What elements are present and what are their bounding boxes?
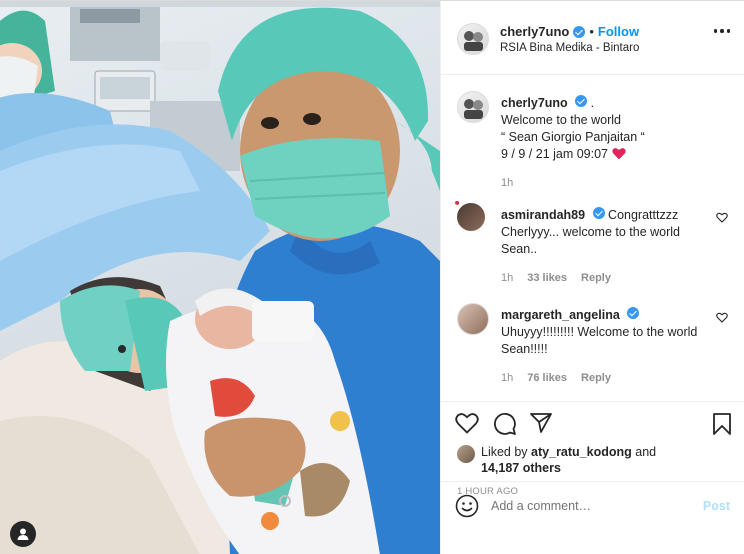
comment-icon[interactable]	[493, 412, 517, 436]
comment-body: asmirandah89 Congratttzzz Cherlyyy... we…	[501, 207, 704, 287]
comment-body: margareth_angelina Uhuyyy!!!!!!!!! Welco…	[501, 307, 704, 387]
tagged-user-icon[interactable]	[10, 521, 36, 547]
save-bookmark-icon[interactable]	[712, 412, 732, 436]
comment-time[interactable]: 1h	[501, 370, 513, 387]
instagram-post-view: cherly7uno • Follow RSIA Bina Medika - B…	[0, 0, 744, 554]
share-send-icon[interactable]	[529, 412, 553, 434]
like-comment-heart-icon[interactable]	[716, 212, 728, 223]
liked-by-others[interactable]: 14,187 others	[481, 461, 561, 475]
comment-likes[interactable]: 76 likes	[527, 370, 567, 387]
caption-line-2: “ Sean Giorgio Panjaitan “	[501, 130, 645, 144]
commenter-avatar	[455, 201, 487, 233]
liked-by-and: and	[635, 445, 657, 459]
post-actions: Liked by aty_ratu_kodong and 14,187 othe…	[441, 401, 744, 529]
add-comment-input[interactable]	[491, 498, 703, 513]
comment-text: Uhuyyy!!!!!!!!! Welcome to the world Sea…	[501, 325, 698, 356]
author-username[interactable]: cherly7uno	[500, 24, 569, 39]
caption-username[interactable]: cherly7uno	[501, 96, 568, 110]
caption-item: cherly7uno . Welcome to the world “ Sean…	[457, 91, 728, 201]
like-comment-heart-icon[interactable]	[716, 312, 728, 323]
reply-button[interactable]: Reply	[581, 370, 611, 387]
liked-by-user[interactable]: aty_ratu_kodong	[531, 445, 632, 459]
likes-summary: Liked by aty_ratu_kodong and 14,187 othe…	[457, 444, 656, 476]
post-side-panel: cherly7uno • Follow RSIA Bina Medika - B…	[440, 1, 744, 554]
action-icons-row	[455, 412, 732, 438]
comment-username[interactable]: margareth_angelina	[501, 308, 620, 322]
commenter-avatar[interactable]	[457, 303, 489, 335]
comment-likes[interactable]: 33 likes	[527, 270, 567, 287]
emoji-smiley-icon[interactable]	[455, 494, 479, 518]
comment-item: asmirandah89 Congratttzzz Cherlyyy... we…	[455, 201, 728, 293]
liked-by-prefix: Liked by	[481, 445, 528, 459]
verified-badge-icon	[592, 207, 605, 219]
verified-badge-icon	[573, 25, 586, 38]
verified-badge-icon	[575, 95, 588, 107]
caption-line-3: 9 / 9 / 21 jam 09:07	[501, 147, 609, 161]
author-avatar[interactable]	[457, 23, 489, 55]
post-photo[interactable]	[0, 1, 440, 554]
comment-username[interactable]: asmirandah89	[501, 208, 585, 222]
follow-button[interactable]: Follow	[598, 24, 639, 39]
separator-dot: •	[589, 24, 594, 39]
post-comment-button[interactable]: Post	[703, 499, 730, 513]
reply-button[interactable]: Reply	[581, 270, 611, 287]
story-ring[interactable]	[455, 201, 487, 233]
verified-badge-icon	[627, 307, 640, 319]
comments-list[interactable]: cherly7uno . Welcome to the world “ Sean…	[441, 75, 744, 401]
post-header: cherly7uno • Follow RSIA Bina Medika - B…	[441, 1, 744, 75]
caption-line-1: Welcome to the world	[501, 113, 621, 127]
caption-after-name: .	[590, 96, 595, 110]
caption-avatar[interactable]	[457, 91, 489, 123]
more-options-icon[interactable]	[713, 29, 730, 33]
caption-body: cherly7uno . Welcome to the world “ Sean…	[501, 95, 704, 192]
add-comment-bar: Post	[441, 481, 744, 529]
liker-avatar[interactable]	[457, 445, 475, 463]
red-heart-emoji	[611, 148, 626, 160]
post-location[interactable]: RSIA Bina Medika - Bintaro	[500, 42, 639, 54]
like-heart-icon[interactable]	[455, 412, 479, 434]
photo-illustration	[0, 1, 440, 554]
comment-time[interactable]: 1h	[501, 270, 513, 287]
comment-item: margareth_angelina Uhuyyy!!!!!!!!! Welco…	[457, 303, 728, 393]
author-row: cherly7uno • Follow	[500, 24, 639, 39]
caption-time[interactable]: 1h	[501, 175, 513, 192]
